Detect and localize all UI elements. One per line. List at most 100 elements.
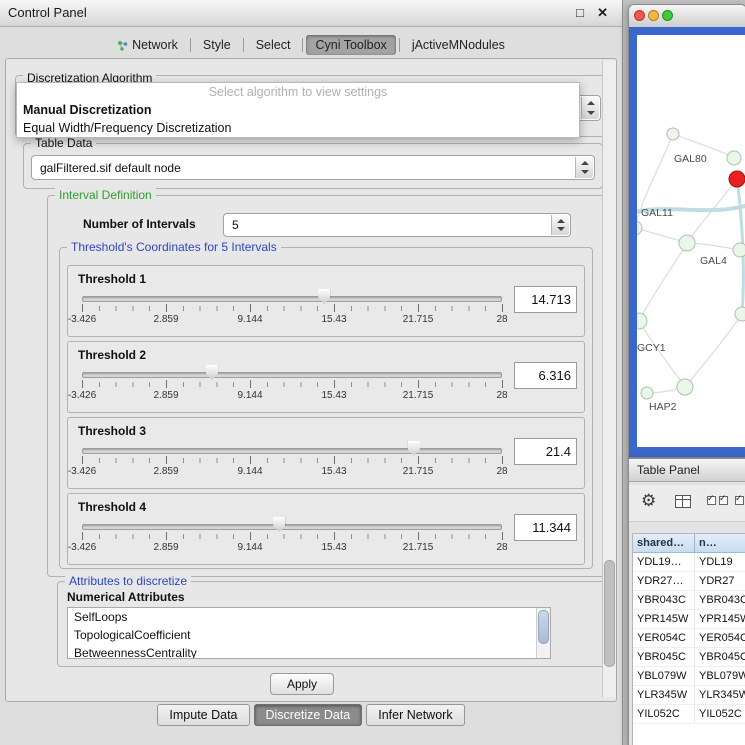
threshold-slider[interactable]: -3.4262.8599.14415.4321.71528 bbox=[82, 444, 502, 482]
threshold-value-field[interactable]: 21.4 bbox=[514, 438, 577, 465]
tab-label: Style bbox=[203, 38, 231, 52]
slider-major-tick bbox=[418, 380, 419, 388]
panel-scrollbar-thumb[interactable] bbox=[604, 560, 615, 667]
attributes-group-title: Attributes to discretize bbox=[65, 574, 191, 588]
network-node[interactable] bbox=[735, 307, 745, 321]
checkbox-icon bbox=[719, 496, 728, 505]
table-toolbar: ⚙ bbox=[629, 485, 745, 522]
slider-major-tick bbox=[250, 380, 251, 388]
attribute-item[interactable]: TopologicalCoefficient bbox=[68, 626, 550, 644]
tab-infer-network[interactable]: Infer Network bbox=[366, 704, 464, 726]
tab-label: Cyni Toolbox bbox=[315, 38, 386, 52]
network-node-selected[interactable] bbox=[729, 171, 745, 187]
table-cell: YBR043C bbox=[633, 591, 695, 609]
tab-select[interactable]: Select bbox=[247, 35, 300, 55]
float-window-icon[interactable]: □ bbox=[576, 5, 584, 20]
tab-cyni-toolbox[interactable]: Cyni Toolbox bbox=[306, 35, 395, 55]
table-cell: YER054C bbox=[633, 629, 695, 647]
table-cell: YDR27… bbox=[633, 572, 695, 590]
attribute-item[interactable]: BetweennessCentrality bbox=[68, 644, 550, 659]
network-node[interactable] bbox=[641, 387, 653, 399]
select-all-columns-icon[interactable] bbox=[707, 496, 728, 505]
tab-network[interactable]: Network bbox=[108, 35, 187, 55]
table-cell: YDL19 bbox=[695, 553, 745, 571]
network-graph: GAL80GAL11GAL4GCY1HAP2 bbox=[637, 35, 745, 447]
tab-discretize-data[interactable]: Discretize Data bbox=[254, 704, 363, 726]
network-node[interactable] bbox=[733, 243, 745, 257]
network-node[interactable] bbox=[667, 128, 679, 140]
list-scrollbar[interactable] bbox=[536, 608, 550, 658]
network-edge[interactable] bbox=[639, 321, 685, 387]
table-row[interactable]: YDR27…YDR27 bbox=[633, 572, 745, 591]
table-row[interactable]: YPR145WYPR145W bbox=[633, 610, 745, 629]
slider-tick-label: 15.43 bbox=[321, 390, 346, 401]
network-node[interactable] bbox=[677, 379, 693, 395]
table-row[interactable]: YLR345WYLR345W bbox=[633, 686, 745, 705]
network-edge[interactable] bbox=[639, 243, 687, 321]
slider-ticks bbox=[82, 458, 502, 463]
network-node[interactable] bbox=[637, 221, 642, 235]
tab-impute-data[interactable]: Impute Data bbox=[157, 704, 249, 726]
table-data-combobox-value: galFiltered.sif default node bbox=[40, 156, 181, 179]
algorithm-option-manual-discretization[interactable]: Manual Discretization bbox=[17, 101, 579, 119]
column-header-2[interactable]: n… bbox=[695, 534, 745, 553]
threshold-value-field[interactable]: 11.344 bbox=[514, 514, 577, 541]
slider-major-tick bbox=[418, 532, 419, 540]
table-row[interactable]: YDL19…YDL19 bbox=[633, 553, 745, 572]
slider-major-tick bbox=[166, 304, 167, 312]
threshold-slider[interactable]: -3.4262.8599.14415.4321.71528 bbox=[82, 520, 502, 558]
threshold-value-field[interactable]: 6.316 bbox=[514, 362, 577, 389]
table-row[interactable]: YER054CYER054C bbox=[633, 629, 745, 648]
checkbox-icon bbox=[707, 496, 716, 505]
column-header-1[interactable]: shared… bbox=[633, 534, 695, 553]
slider-tick-label: 2.859 bbox=[153, 390, 178, 401]
network-edge[interactable] bbox=[685, 314, 742, 387]
slider-tick-label: 21.715 bbox=[403, 390, 434, 401]
network-node[interactable] bbox=[727, 151, 741, 165]
table-cell: YBL079W bbox=[633, 667, 695, 685]
algorithm-option-equal-width-frequency-discretization[interactable]: Equal Width/Frequency Discretization bbox=[17, 119, 579, 137]
apply-button[interactable]: Apply bbox=[270, 673, 334, 695]
columns-icon[interactable] bbox=[675, 495, 691, 508]
gear-icon[interactable]: ⚙ bbox=[641, 491, 656, 511]
table-row[interactable]: YBL079WYBL079W bbox=[633, 667, 745, 686]
numerical-attributes-list[interactable]: SelfLoopsTopologicalCoefficientBetweenne… bbox=[67, 607, 551, 659]
table-cell: YBR045C bbox=[695, 648, 745, 666]
mac-close-button[interactable] bbox=[634, 10, 645, 21]
slider-major-tick bbox=[334, 532, 335, 540]
table-cell: YIL052C bbox=[633, 705, 695, 723]
slider-ticks bbox=[82, 382, 502, 387]
network-node-label: HAP2 bbox=[649, 401, 677, 413]
number-of-intervals-combobox[interactable]: 5 bbox=[223, 213, 571, 237]
table-row[interactable]: YIL052CYIL052C bbox=[633, 705, 745, 724]
slider-major-tick bbox=[334, 380, 335, 388]
mac-minimize-button[interactable] bbox=[648, 10, 659, 21]
table-row[interactable]: YBR043CYBR043C bbox=[633, 591, 745, 610]
network-node-label: GAL11 bbox=[641, 207, 673, 219]
close-window-icon[interactable]: ✕ bbox=[597, 5, 608, 21]
mac-zoom-button[interactable] bbox=[662, 10, 673, 21]
threshold-slider[interactable]: -3.4262.8599.14415.4321.71528 bbox=[82, 368, 502, 406]
table-row[interactable]: YBR045CYBR045C bbox=[633, 648, 745, 667]
unselect-columns-icon[interactable] bbox=[735, 496, 745, 505]
slider-track bbox=[82, 448, 502, 454]
slider-ticks bbox=[82, 306, 502, 311]
network-node[interactable] bbox=[637, 313, 647, 329]
numerical-attributes-label: Numerical Attributes bbox=[67, 590, 185, 604]
network-canvas[interactable]: GAL80GAL11GAL4GCY1HAP2 bbox=[637, 35, 745, 447]
network-node[interactable] bbox=[679, 235, 695, 251]
list-scrollbar-thumb[interactable] bbox=[538, 610, 549, 644]
table-data-combobox[interactable]: galFiltered.sif default node bbox=[31, 155, 595, 180]
slider-major-tick bbox=[502, 456, 503, 464]
slider-major-tick bbox=[82, 304, 83, 312]
panel-scrollbar[interactable] bbox=[602, 61, 616, 697]
dropdown-placeholder: Select algorithm to view settings bbox=[17, 83, 579, 101]
threshold-value-field[interactable]: 14.713 bbox=[514, 286, 577, 313]
slider-track bbox=[82, 372, 502, 378]
tab-style[interactable]: Style bbox=[194, 35, 240, 55]
tab-jactivemnodules[interactable]: jActiveMNodules bbox=[403, 35, 514, 55]
slider-major-tick bbox=[502, 380, 503, 388]
slider-tick-label: 21.715 bbox=[403, 314, 434, 325]
threshold-slider[interactable]: -3.4262.8599.14415.4321.71528 bbox=[82, 292, 502, 330]
attribute-item[interactable]: SelfLoops bbox=[68, 608, 550, 626]
